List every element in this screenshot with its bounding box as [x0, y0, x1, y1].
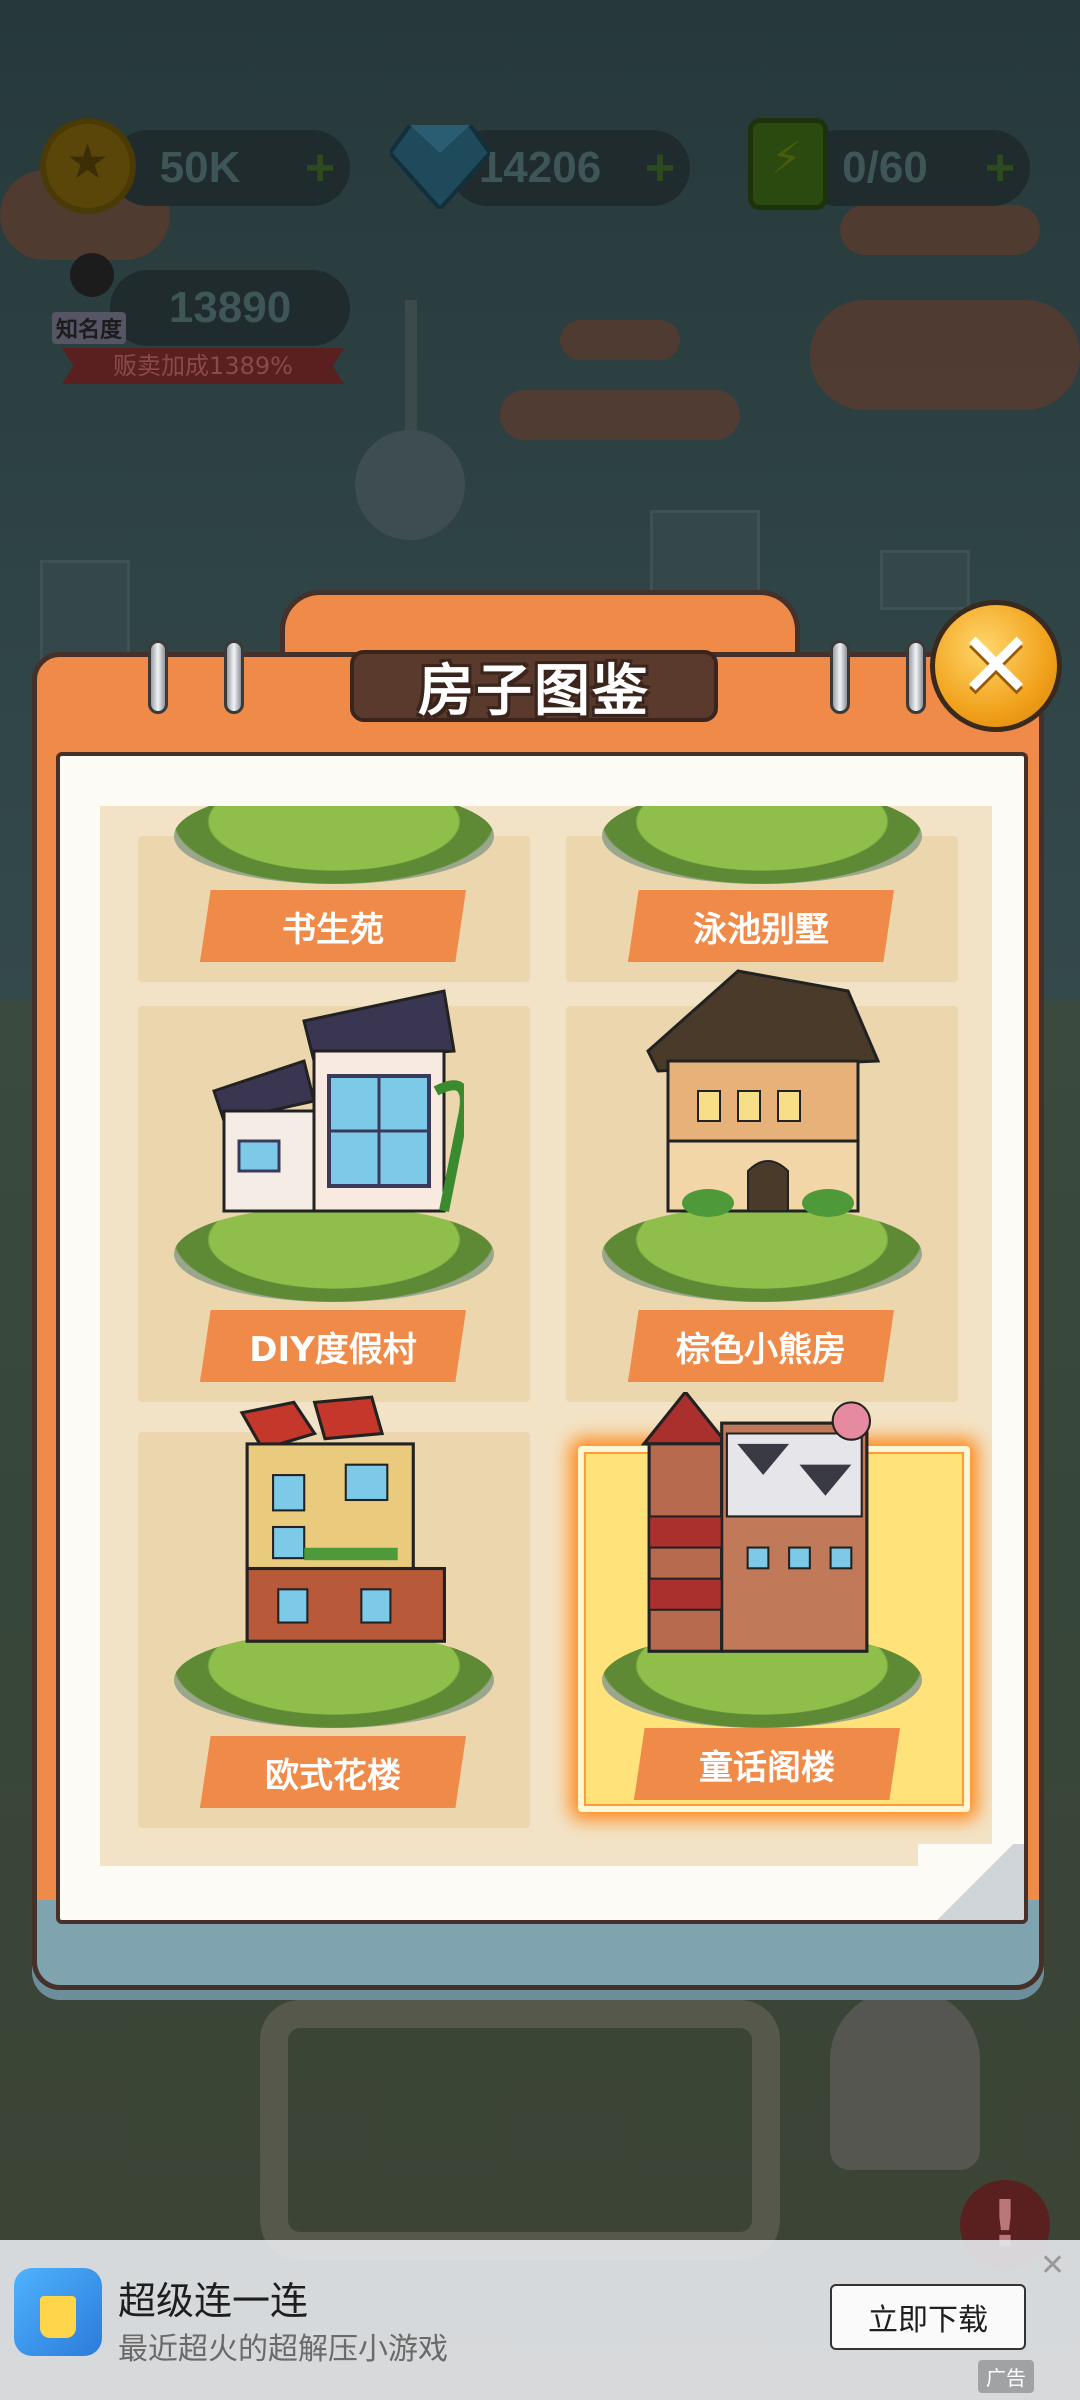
binder-ring [830, 640, 850, 714]
house-card-selected[interactable]: 童话阁楼 [578, 1392, 970, 1812]
ad-banner[interactable]: 超级连一连 最近超火的超解压小游戏 立即下载 ✕ [0, 2240, 1080, 2400]
diamond-icon [390, 125, 490, 209]
ad-app-icon[interactable] [14, 2268, 102, 2356]
house-name-label: DIY度假村 [200, 1310, 466, 1382]
close-button[interactable]: ✕ [930, 600, 1062, 732]
fame-counter: 13890 [110, 270, 350, 346]
binder-ring [906, 640, 926, 714]
ad-title[interactable]: 超级连一连 [118, 2270, 308, 2325]
background-tower-sphere [355, 430, 465, 540]
house-name-label: 童话阁楼 [634, 1728, 900, 1800]
add-coins-icon[interactable]: + [290, 138, 350, 198]
house-grid[interactable]: 书生苑 泳池别墅 DIY度假村 棕色小熊房 欧式花楼 童话阁楼 [100, 806, 992, 1866]
background-building [880, 550, 970, 610]
ad-close-icon[interactable]: ✕ [1040, 2248, 1065, 2283]
add-gems-icon[interactable]: + [630, 138, 690, 198]
background-cloud [500, 390, 740, 440]
background-cloud [840, 205, 1040, 255]
house-name-label: 书生苑 [200, 890, 466, 962]
catalog-page: 书生苑 泳池别墅 DIY度假村 棕色小熊房 欧式花楼 童话阁楼 [56, 752, 1028, 1924]
coin-counter[interactable]: 50K + [110, 130, 350, 206]
fairy-tale-attic-house-image [640, 1392, 872, 1653]
ad-subtitle: 最近超火的超解压小游戏 [118, 2332, 448, 2367]
binder-ring [148, 640, 168, 714]
diy-resort-house-image [212, 989, 464, 1213]
battery-icon [748, 118, 828, 210]
modal-title: 房子图鉴 [418, 658, 650, 724]
house-card[interactable]: 棕色小熊房 [566, 969, 958, 1402]
add-energy-icon[interactable]: + [970, 138, 1030, 198]
house-card[interactable]: 泳池别墅 [566, 806, 958, 982]
coin-value: 50K [159, 143, 241, 192]
energy-counter[interactable]: 0/60 + [800, 130, 1030, 206]
house-name-label: 棕色小熊房 [628, 1310, 894, 1382]
page-curl [918, 1844, 1024, 1920]
background-character [830, 1990, 980, 2170]
house-card[interactable]: 欧式花楼 [138, 1395, 530, 1828]
island-base [174, 806, 494, 884]
european-flower-house-image [239, 1395, 446, 1643]
brown-bear-house-image [646, 969, 881, 1217]
background-cloud [560, 320, 680, 360]
fame-label: 知名度 [52, 312, 127, 344]
title-plate: 房子图鉴 [350, 650, 718, 724]
house-card[interactable]: DIY度假村 [138, 989, 530, 1402]
background-cloud [810, 300, 1080, 410]
close-icon: ✕ [957, 612, 1035, 719]
house-name-label: 欧式花楼 [200, 1736, 466, 1808]
island-base [602, 806, 922, 884]
house-card[interactable]: 书生苑 [138, 806, 530, 982]
binder-ring [224, 640, 244, 714]
background-road [260, 2000, 780, 2260]
fame-value: 13890 [168, 283, 292, 332]
coin-icon [40, 118, 136, 214]
ad-mark-label: 广告 [978, 2360, 1034, 2393]
download-button[interactable]: 立即下载 [830, 2284, 1026, 2350]
house-name-label: 泳池别墅 [628, 890, 894, 962]
sales-bonus-badge: 贩卖加成1389% [62, 348, 344, 384]
